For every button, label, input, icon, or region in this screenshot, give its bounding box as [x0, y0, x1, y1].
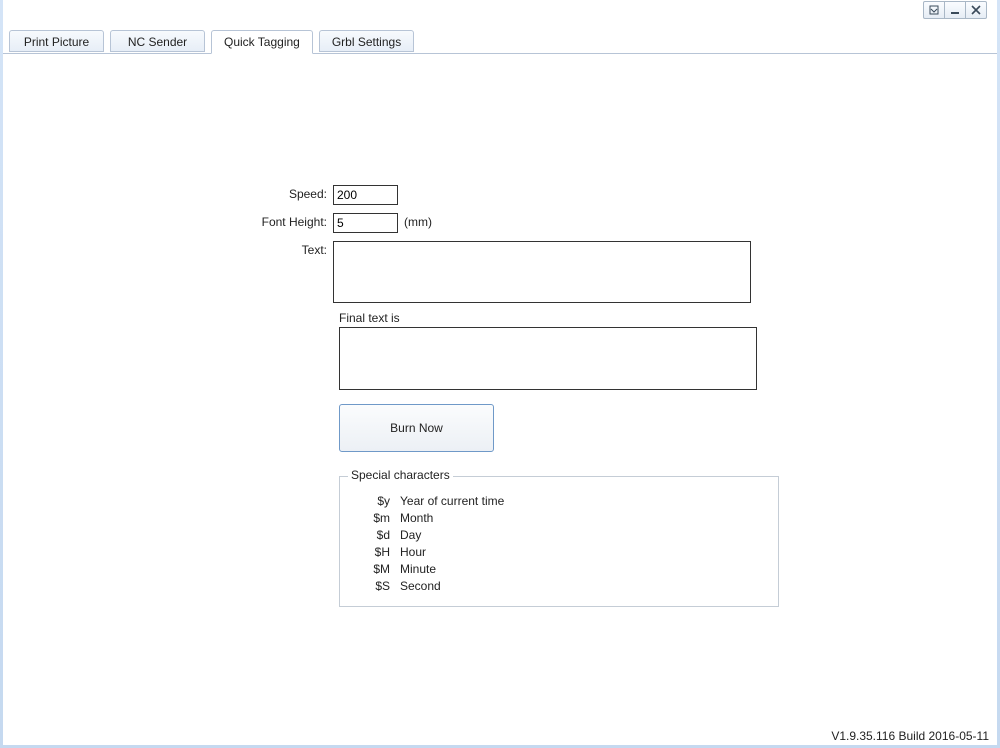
version-label: V1.9.35.116 Build 2016-05-11	[831, 729, 989, 743]
special-characters-legend: Special characters	[348, 468, 453, 482]
titlebar	[3, 0, 997, 20]
speed-input[interactable]	[333, 185, 398, 205]
special-desc: Hour	[400, 545, 426, 559]
window: Print Picture NC Sender Quick Tagging Gr…	[3, 0, 997, 745]
text-input[interactable]	[333, 241, 751, 303]
special-desc: Minute	[400, 562, 436, 576]
special-code: $M	[362, 562, 390, 576]
font-height-label: Font Height:	[3, 213, 333, 229]
special-row: $H Hour	[362, 545, 756, 559]
special-row: $S Second	[362, 579, 756, 593]
special-desc: Year of current time	[400, 494, 504, 508]
text-label: Text:	[3, 241, 333, 257]
dropdown-button[interactable]	[923, 1, 945, 19]
special-code: $y	[362, 494, 390, 508]
speed-label: Speed:	[3, 185, 333, 201]
special-code: $H	[362, 545, 390, 559]
font-height-input[interactable]	[333, 213, 398, 233]
special-code: $d	[362, 528, 390, 542]
form: Speed: Font Height: (mm) Text: Final tex…	[3, 185, 779, 607]
special-desc: Month	[400, 511, 433, 525]
font-height-unit: (mm)	[404, 213, 432, 229]
tab-quick-tagging[interactable]: Quick Tagging	[211, 30, 313, 54]
tab-grbl-settings[interactable]: Grbl Settings	[319, 30, 414, 52]
special-row: $y Year of current time	[362, 494, 756, 508]
minimize-button[interactable]	[944, 1, 966, 19]
special-row: $m Month	[362, 511, 756, 525]
special-desc: Day	[400, 528, 421, 542]
special-code: $S	[362, 579, 390, 593]
tab-bar: Print Picture NC Sender Quick Tagging Gr…	[3, 30, 997, 54]
final-text-label: Final text is	[339, 311, 779, 325]
final-text-display	[339, 327, 757, 390]
special-row: $d Day	[362, 528, 756, 542]
tab-content: Speed: Font Height: (mm) Text: Final tex…	[3, 55, 997, 745]
special-characters-group: Special characters $y Year of current ti…	[339, 476, 779, 607]
special-row: $M Minute	[362, 562, 756, 576]
close-button[interactable]	[965, 1, 987, 19]
tab-print-picture[interactable]: Print Picture	[9, 30, 104, 52]
tab-nc-sender[interactable]: NC Sender	[110, 30, 205, 52]
special-code: $m	[362, 511, 390, 525]
burn-now-button[interactable]: Burn Now	[339, 404, 494, 452]
special-desc: Second	[400, 579, 441, 593]
